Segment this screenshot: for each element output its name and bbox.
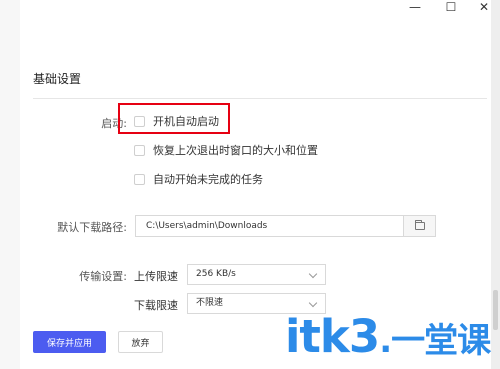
download-limit-value: 不限速 — [196, 298, 224, 308]
save-apply-button[interactable]: 保存并应用 — [33, 331, 106, 353]
discard-button[interactable]: 放弃 — [118, 331, 163, 353]
upload-limit-label: 上传限速 — [134, 270, 178, 283]
minimize-button[interactable]: — — [405, 0, 425, 14]
section-title: 基础设置 — [33, 72, 82, 86]
download-limit-label: 下载限速 — [134, 299, 178, 312]
folder-icon — [414, 220, 425, 230]
transfer-label: 传输设置: — [79, 270, 127, 283]
watermark-suffix: .一堂课 — [379, 321, 491, 361]
startup-label: 启动: — [101, 117, 127, 130]
scrollbar-thumb[interactable] — [493, 290, 498, 330]
chevron-down-icon — [308, 269, 318, 279]
auto-resume-checkbox[interactable] — [134, 173, 145, 185]
auto-resume-option[interactable]: 自动开始未完成的任务 — [134, 171, 263, 187]
upload-limit-select[interactable]: 256 KB/s — [187, 264, 326, 285]
restore-window-option[interactable]: 恢复上次退出时窗口的大小和位置 — [134, 142, 318, 158]
maximize-button[interactable]: ☐ — [441, 0, 461, 14]
minimize-icon: — — [409, 0, 421, 14]
left-panel-edge — [0, 0, 20, 369]
upload-limit-value: 256 KB/s — [196, 269, 236, 279]
watermark-logo: itk3.一堂课 — [285, 310, 491, 366]
chevron-down-icon — [308, 298, 318, 308]
download-path-input[interactable]: C:\Users\admin\Downloads — [135, 215, 403, 237]
restore-window-label: 恢复上次退出时窗口的大小和位置 — [153, 144, 318, 157]
close-button[interactable]: ✕ — [474, 0, 494, 14]
download-path-label: 默认下载路径: — [57, 221, 127, 234]
auto-resume-label: 自动开始未完成的任务 — [153, 173, 263, 186]
highlight-box — [118, 103, 230, 134]
section-divider — [33, 98, 487, 99]
watermark-brand: itk3 — [285, 310, 380, 363]
browse-folder-button[interactable] — [403, 215, 436, 237]
close-icon: ✕ — [478, 0, 490, 14]
restore-window-checkbox[interactable] — [134, 144, 145, 156]
maximize-icon: ☐ — [445, 0, 457, 14]
